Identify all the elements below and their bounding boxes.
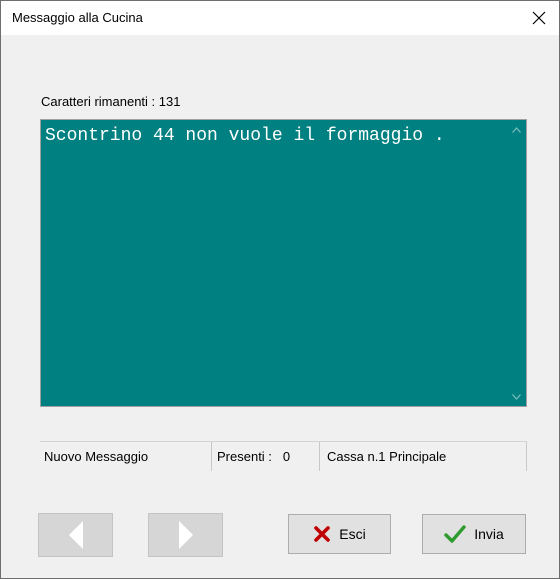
scroll-up-button[interactable] [507,120,526,139]
message-textarea[interactable]: Scontrino 44 non vuole il formaggio . [40,119,527,407]
status-bar: Nuovo Messaggio Presenti : 0 Cassa n.1 P… [40,441,527,471]
scroll-down-button[interactable] [507,387,526,406]
previous-button[interactable] [38,513,113,557]
green-check-icon [444,525,466,543]
present-label: Presenti : [217,449,272,464]
triangle-right-icon [178,521,193,549]
chevron-up-icon [512,126,521,133]
next-button[interactable] [148,513,223,557]
exit-label: Esci [339,526,366,542]
dialog-window: Messaggio alla Cucina Caratteri rimanent… [0,0,560,579]
status-register: Cassa n.1 Principale [320,442,527,471]
send-button[interactable]: Invia [422,514,526,554]
red-x-icon [314,526,331,542]
close-icon [532,11,546,25]
title-bar: Messaggio alla Cucina [1,1,559,35]
remaining-label: Caratteri rimanenti : [41,94,156,109]
triangle-left-icon [68,521,83,549]
window-title: Messaggio alla Cucina [12,10,143,25]
exit-button[interactable]: Esci [288,514,391,554]
status-present: Presenti : 0 [212,442,320,471]
remaining-count: 131 [158,94,181,109]
close-button[interactable] [519,1,559,35]
message-text: Scontrino 44 non vuole il formaggio . [45,126,445,146]
chevron-down-icon [512,393,521,400]
send-label: Invia [474,526,504,542]
remaining-characters: Caratteri rimanenti : 131 [41,94,180,109]
present-count: 0 [282,449,291,464]
message-scrollbar[interactable] [507,120,526,406]
status-new-message: Nuovo Messaggio [40,442,212,471]
